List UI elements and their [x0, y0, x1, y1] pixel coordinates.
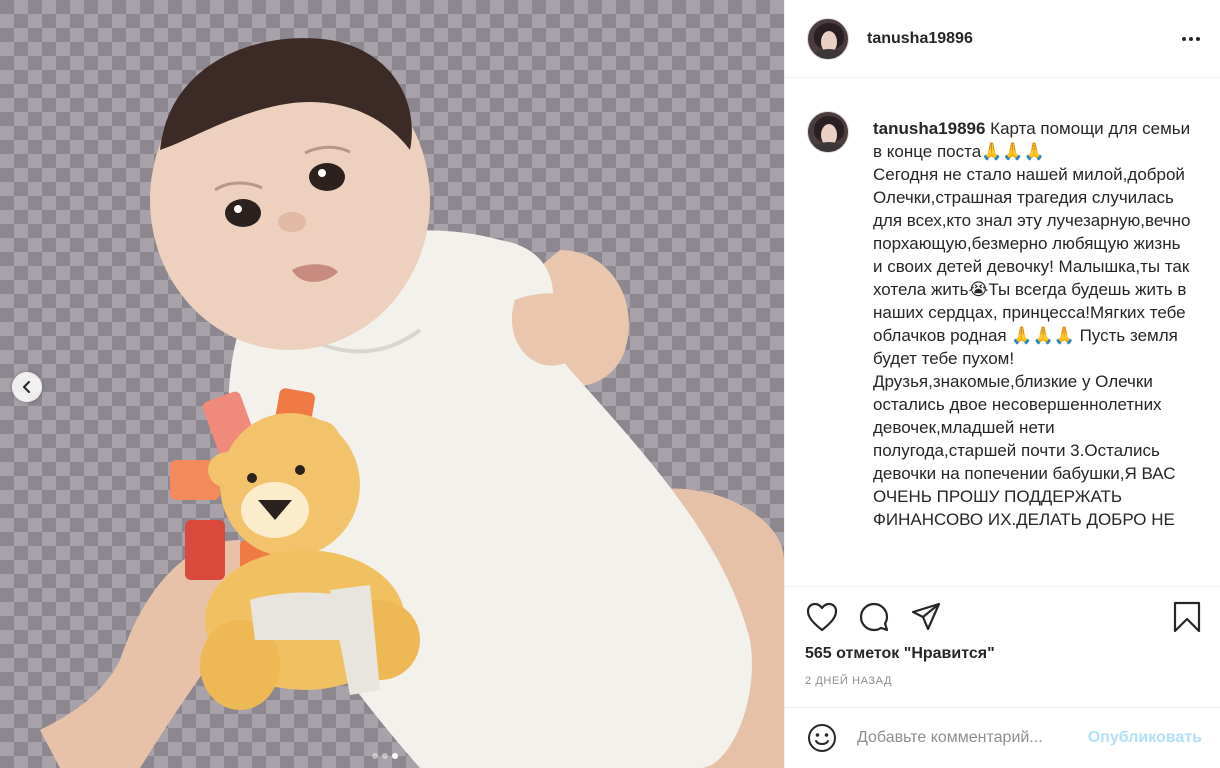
post-actions: 565 отметок "Нравится" 2 дней назад: [785, 586, 1220, 687]
likes-count[interactable]: 565 отметок "Нравится": [805, 645, 1204, 663]
bookmark-icon: [1173, 601, 1201, 633]
post-username[interactable]: tanusha19896: [867, 30, 973, 48]
publish-comment-button[interactable]: Опубликовать: [1088, 729, 1202, 747]
chevron-left-icon: [23, 381, 30, 393]
send-icon: [911, 602, 941, 631]
caption-text-block: tanusha19896 Карта помощи для семьи в ко…: [873, 117, 1193, 531]
carousel-dot: [382, 753, 388, 759]
like-button[interactable]: [805, 600, 839, 634]
post-photo[interactable]: [0, 0, 784, 768]
caption: tanusha19896 Карта помощи для семьи в ко…: [807, 111, 1200, 531]
caption-avatar[interactable]: [807, 111, 849, 153]
avatar[interactable]: [807, 17, 849, 60]
comment-button[interactable]: [857, 600, 891, 634]
add-comment-bar: Опубликовать: [785, 707, 1220, 768]
save-button[interactable]: [1170, 600, 1204, 634]
comments-scroll-area[interactable]: tanusha19896 Карта помощи для семьи в ко…: [785, 79, 1220, 585]
caption-body: Карта помощи для семьи в конце поста🙏🙏🙏 …: [873, 119, 1191, 529]
carousel-dot: [372, 753, 378, 759]
comment-icon: [859, 602, 889, 632]
post-timestamp[interactable]: 2 дней назад: [805, 675, 1204, 687]
carousel-indicator: [372, 753, 398, 759]
post-header: tanusha19896: [785, 0, 1220, 78]
heart-icon: [806, 602, 838, 632]
carousel-dot-active: [392, 753, 398, 759]
action-icons-row: [805, 599, 1204, 635]
post-side-panel: tanusha19896 tanusha19896 Карта помощи д…: [784, 0, 1220, 768]
emoji-button[interactable]: [805, 721, 839, 755]
smiley-icon: [808, 724, 836, 752]
caption-username[interactable]: tanusha19896: [873, 119, 985, 138]
more-horizontal-icon: [1182, 36, 1186, 41]
previous-photo-button[interactable]: [12, 372, 42, 402]
share-button[interactable]: [909, 600, 943, 634]
baby-photo-illustration: [40, 38, 784, 768]
more-options-button[interactable]: [1178, 31, 1204, 47]
comment-input[interactable]: [857, 729, 1082, 747]
